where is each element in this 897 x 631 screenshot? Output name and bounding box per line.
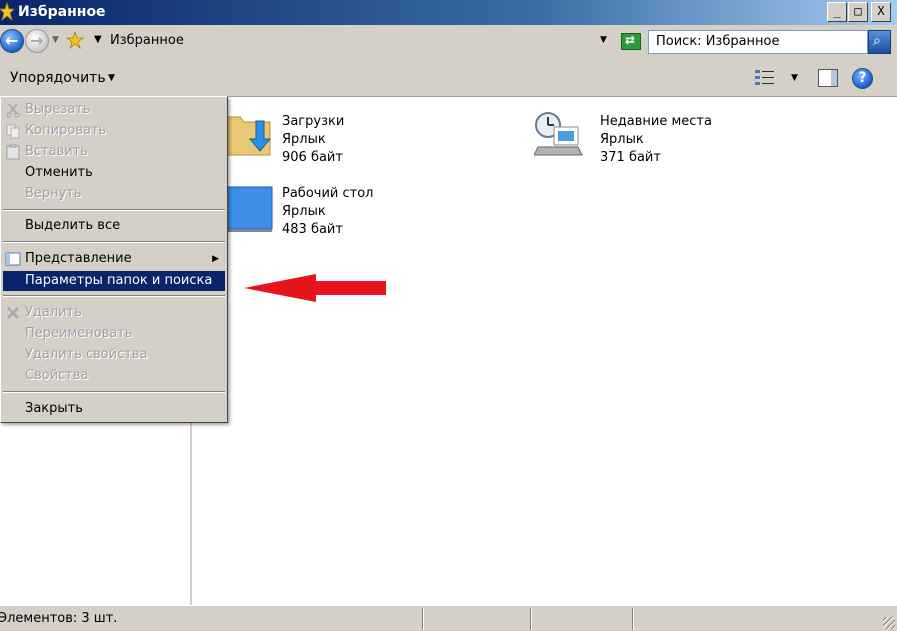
delete-icon [7, 307, 19, 319]
file-type: Ярлык [600, 132, 644, 147]
address-dropdown-icon[interactable]: ▼ [600, 35, 607, 45]
file-type: Ярлык [282, 204, 326, 219]
file-item-downloads[interactable]: Загрузки Ярлык 906 байт [194, 97, 474, 177]
file-list: Загрузки Ярлык 906 байт Недавние места Я… [194, 97, 897, 605]
favorites-star-icon [0, 2, 14, 22]
menu-item-folder-options[interactable]: Параметры папок и поиска [3, 271, 225, 291]
menu-separator [3, 295, 225, 297]
organize-caret-icon[interactable]: ▼ [108, 73, 115, 83]
submenu-arrow-icon: ▶ [212, 254, 219, 264]
cut-icon [6, 103, 20, 118]
file-item-recent-places[interactable]: Недавние места Ярлык 371 байт [512, 97, 772, 177]
status-bar: Элементов: 3 шт. [0, 605, 897, 631]
file-size: 371 байт [600, 150, 661, 165]
recent-places-icon [534, 112, 583, 156]
menu-item-label: Копировать [25, 123, 107, 138]
file-size: 483 байт [282, 222, 343, 237]
breadcrumb-caret-icon[interactable]: ▼ [94, 34, 102, 45]
menu-item-cut[interactable]: Вырезать [3, 100, 225, 120]
file-name: Недавние места [600, 114, 712, 129]
address-path: Избранное [110, 33, 184, 48]
search-button[interactable]: ⌕ [868, 30, 891, 54]
downloads-folder-icon [223, 116, 272, 156]
menu-separator [3, 209, 225, 211]
status-divider [422, 608, 424, 630]
preview-pane-icon[interactable] [818, 69, 838, 87]
layout-icon [5, 252, 21, 266]
menu-item-label: Отменить [25, 165, 93, 180]
menu-item-label: Вырезать [25, 102, 91, 117]
minimize-button[interactable]: _ [827, 2, 847, 22]
menu-item-redo[interactable]: Вернуть [3, 184, 225, 204]
menu-item-label: Закрыть [25, 401, 83, 416]
menu-item-label: Удалить свойства [25, 347, 148, 362]
resize-grip[interactable] [883, 617, 895, 629]
arrow-right-icon: → [30, 31, 44, 50]
file-name: Загрузки [282, 114, 345, 129]
history-dropdown-icon[interactable]: ▼ [52, 35, 59, 45]
menu-item-label: Переименовать [25, 326, 133, 341]
organize-button[interactable]: Упорядочить [10, 70, 106, 86]
address-field[interactable]: ▼ Избранное [66, 29, 616, 54]
help-icon[interactable]: ? [852, 68, 873, 89]
menu-item-copy[interactable]: Копировать [3, 121, 225, 141]
menu-item-label: Вернуть [25, 186, 82, 201]
file-type: Ярлык [282, 132, 326, 147]
title-bar: Избранное _ □ X [0, 0, 897, 25]
window-title: Избранное [18, 4, 106, 20]
status-divider [530, 608, 532, 630]
view-caret-icon[interactable]: ▼ [791, 73, 798, 83]
menu-item-label: Свойства [25, 368, 89, 383]
menu-item-paste[interactable]: Вставить [3, 142, 225, 162]
menu-item-label: Выделить все [25, 218, 121, 233]
menu-item-undo[interactable]: Отменить [3, 163, 225, 183]
paste-icon [6, 144, 20, 160]
menu-item-label: Параметры папок и поиска [25, 273, 213, 288]
menu-separator [3, 241, 225, 243]
menu-item-properties[interactable]: Свойства [3, 366, 225, 386]
menu-item-remove-properties[interactable]: Удалить свойства [3, 345, 225, 365]
file-size: 906 байт [282, 150, 343, 165]
status-divider [632, 608, 634, 630]
maximize-button[interactable]: □ [848, 2, 868, 22]
menu-item-close[interactable]: Закрыть [3, 399, 225, 419]
copy-icon [6, 124, 20, 139]
menu-item-label: Представление [25, 251, 132, 266]
arrow-left-icon: ← [5, 31, 19, 50]
menu-item-select-all[interactable]: Выделить все [3, 216, 225, 236]
desktop-icon [224, 186, 273, 232]
search-icon: ⌕ [873, 33, 881, 49]
menu-item-label: Удалить [25, 305, 82, 320]
menu-item-layout[interactable]: Представление ▶ [3, 249, 225, 269]
file-name: Рабочий стол [282, 186, 374, 201]
status-text: Элементов: 3 шт. [0, 611, 118, 626]
view-options-icon[interactable] [754, 68, 776, 88]
forward-button[interactable]: → [25, 29, 49, 53]
menu-item-delete[interactable]: Удалить [3, 303, 225, 323]
annotation-arrow-icon [244, 274, 386, 302]
close-button[interactable]: X [871, 2, 891, 22]
command-bar: Упорядочить ▼ ▼ ? [0, 60, 897, 97]
organize-menu: Вырезать Копировать Вставить Отменить Ве… [0, 96, 228, 423]
menu-item-rename[interactable]: Переименовать [3, 324, 225, 344]
menu-separator [3, 391, 225, 393]
refresh-icon: ⇄ [625, 33, 636, 47]
search-input[interactable]: Поиск: Избранное [648, 30, 868, 54]
refresh-button[interactable]: ⇄ [621, 33, 641, 50]
address-bar: ← → ▼ ▼ Избранное ▼ ⇄ Поиск: Избранное ⌕ [0, 25, 897, 60]
back-button[interactable]: ← [0, 29, 24, 53]
favorites-star-icon [66, 31, 84, 49]
menu-item-label: Вставить [25, 144, 88, 159]
file-item-desktop[interactable]: Рабочий стол Ярлык 483 байт [194, 169, 474, 249]
